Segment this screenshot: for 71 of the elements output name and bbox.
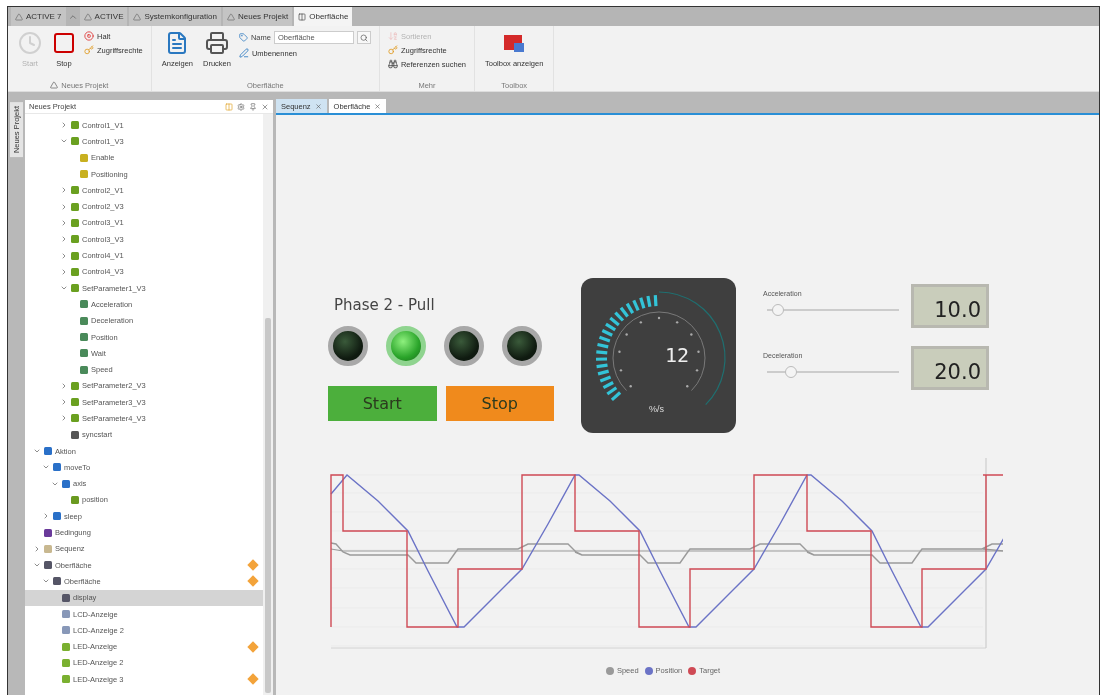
- stop-circle-icon: [84, 31, 94, 41]
- node-icon: [61, 657, 71, 668]
- key-icon: [84, 45, 94, 55]
- gauge-unit: %/s: [649, 404, 664, 414]
- window-icon: [298, 12, 307, 21]
- lcd-display: 10.0: [911, 284, 989, 328]
- node-icon: [79, 315, 89, 326]
- node-icon: [61, 674, 71, 685]
- node-icon: [70, 234, 80, 245]
- triangle-icon: [83, 12, 92, 21]
- stop-icon: [52, 31, 76, 55]
- clock-icon: [18, 31, 42, 55]
- node-icon: [70, 136, 80, 147]
- node-icon: [79, 348, 89, 359]
- node-icon: [70, 397, 80, 408]
- close-icon[interactable]: [261, 102, 269, 111]
- pin-icon[interactable]: [249, 102, 257, 111]
- node-icon: [70, 185, 80, 196]
- close-icon[interactable]: [314, 102, 322, 110]
- close-icon[interactable]: [374, 102, 382, 110]
- triangle-icon: [133, 12, 142, 21]
- gauge-value: 12: [665, 343, 690, 367]
- app-tab[interactable]: Systemkonfiguration: [129, 7, 221, 26]
- node-icon: [70, 413, 80, 424]
- node-icon: [43, 543, 53, 554]
- app-tab[interactable]: ACTIVE: [79, 7, 128, 26]
- triangle-icon: [15, 12, 23, 21]
- node-icon: [70, 217, 80, 228]
- lcd-display: 20.0: [911, 346, 989, 390]
- app-tab[interactable]: Neues Projekt: [222, 7, 293, 26]
- search-button[interactable]: [356, 31, 371, 44]
- binoculars-icon: [387, 59, 398, 69]
- node-icon: [43, 446, 53, 457]
- node-icon: [79, 152, 89, 163]
- node-icon: [70, 201, 80, 212]
- triangle-icon: [226, 12, 235, 21]
- node-icon: [70, 266, 80, 277]
- node-icon: [70, 283, 80, 294]
- node-icon: [70, 429, 80, 440]
- key-icon: [387, 45, 398, 55]
- sort-icon: [387, 31, 398, 41]
- node-icon: [43, 527, 53, 538]
- node-icon: [70, 494, 80, 505]
- tag-icon: [238, 33, 248, 42]
- app-tab[interactable]: Oberfläche: [294, 7, 353, 26]
- start-button[interactable]: Start: [328, 386, 437, 421]
- slider-thumb[interactable]: [784, 366, 797, 378]
- node-icon: [70, 250, 80, 261]
- printer-icon: [204, 31, 229, 55]
- node-icon: [61, 641, 71, 652]
- phase-label: Phase 2 - Pull: [334, 296, 436, 314]
- triangle-icon: [50, 81, 59, 89]
- app-tab[interactable]: ACTIVE 7: [11, 7, 66, 26]
- node-icon: [61, 609, 71, 620]
- node-icon: [61, 625, 71, 636]
- node-icon: [79, 364, 89, 375]
- slider-thumb[interactable]: [771, 304, 784, 316]
- node-icon: [61, 592, 71, 603]
- node-icon: [79, 169, 89, 180]
- node-icon: [43, 560, 53, 571]
- node-icon: [70, 380, 80, 391]
- node-icon: [70, 120, 80, 131]
- node-icon: [52, 462, 62, 473]
- node-icon: [52, 576, 62, 587]
- node-icon: [79, 332, 89, 342]
- pen-icon: [238, 48, 249, 58]
- settings-icon[interactable]: [237, 102, 245, 111]
- node-icon: [61, 478, 71, 489]
- stop-button[interactable]: Stop: [445, 386, 554, 421]
- node-icon: [79, 299, 89, 310]
- node-icon: [52, 511, 62, 522]
